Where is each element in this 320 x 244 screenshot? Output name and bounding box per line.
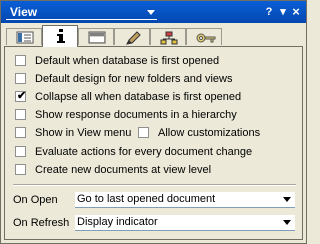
on-open-value: Go to last opened document [77,193,216,205]
checkbox[interactable] [15,146,26,157]
tab-hierarchy[interactable] [150,28,186,45]
info-icon [57,29,65,43]
option-label: Create new documents at view level [35,164,212,176]
chevron-down-icon[interactable] [283,197,291,202]
option-label: Show response documents in a hierarchy [35,109,237,121]
minimize-button[interactable]: ▾ [277,6,289,18]
checkbox[interactable] [15,127,26,138]
checkbox[interactable] [15,164,26,175]
chevron-down-icon [147,10,155,15]
close-button[interactable]: × [290,5,302,18]
checkbox[interactable] [138,127,149,138]
tab-security[interactable] [186,28,222,45]
help-button[interactable]: ? [263,6,275,18]
option-label: Evaluate actions for every document chan… [35,146,253,158]
option-label: Show in View menu [35,127,132,139]
checkbox[interactable] [15,55,26,66]
window-title: View [10,5,38,19]
on-refresh-label: On Refresh [13,217,70,229]
checkbox-checked[interactable]: ✔ [15,90,27,102]
tab-layout[interactable] [78,28,114,45]
divider [13,184,296,186]
hierarchy-icon [160,31,178,45]
view-properties-window: View ? ▾ × Default when database is firs… [0,0,307,244]
on-refresh-select[interactable]: Display indicator [75,215,295,231]
tab-info[interactable] [42,25,78,47]
option-label: Default design for new folders and views [35,73,233,85]
tab-styles[interactable] [114,28,150,45]
on-open-select[interactable]: Go to last opened document [75,192,295,208]
properties-panel: Default when database is first opened De… [4,46,303,240]
title-bar: View ? ▾ × [1,1,306,23]
on-refresh-value: Display indicator [77,216,158,228]
properties-icon [16,31,34,44]
tab-strip [4,25,303,47]
chevron-down-icon[interactable] [283,220,291,225]
pen-icon [126,31,141,45]
checkbox[interactable] [15,73,26,84]
option-label: Allow customizations [158,127,261,139]
option-label: Collapse all when database is first open… [35,91,242,103]
checkbox[interactable] [15,109,26,120]
tab-basics[interactable] [6,28,42,45]
option-label: Default when database is first opened [35,55,220,67]
checkmark-icon: ✔ [17,90,27,102]
view-type-selector[interactable]: View [6,4,157,20]
key-icon [196,33,216,43]
on-open-label: On Open [13,194,58,206]
layout-icon [88,31,106,44]
